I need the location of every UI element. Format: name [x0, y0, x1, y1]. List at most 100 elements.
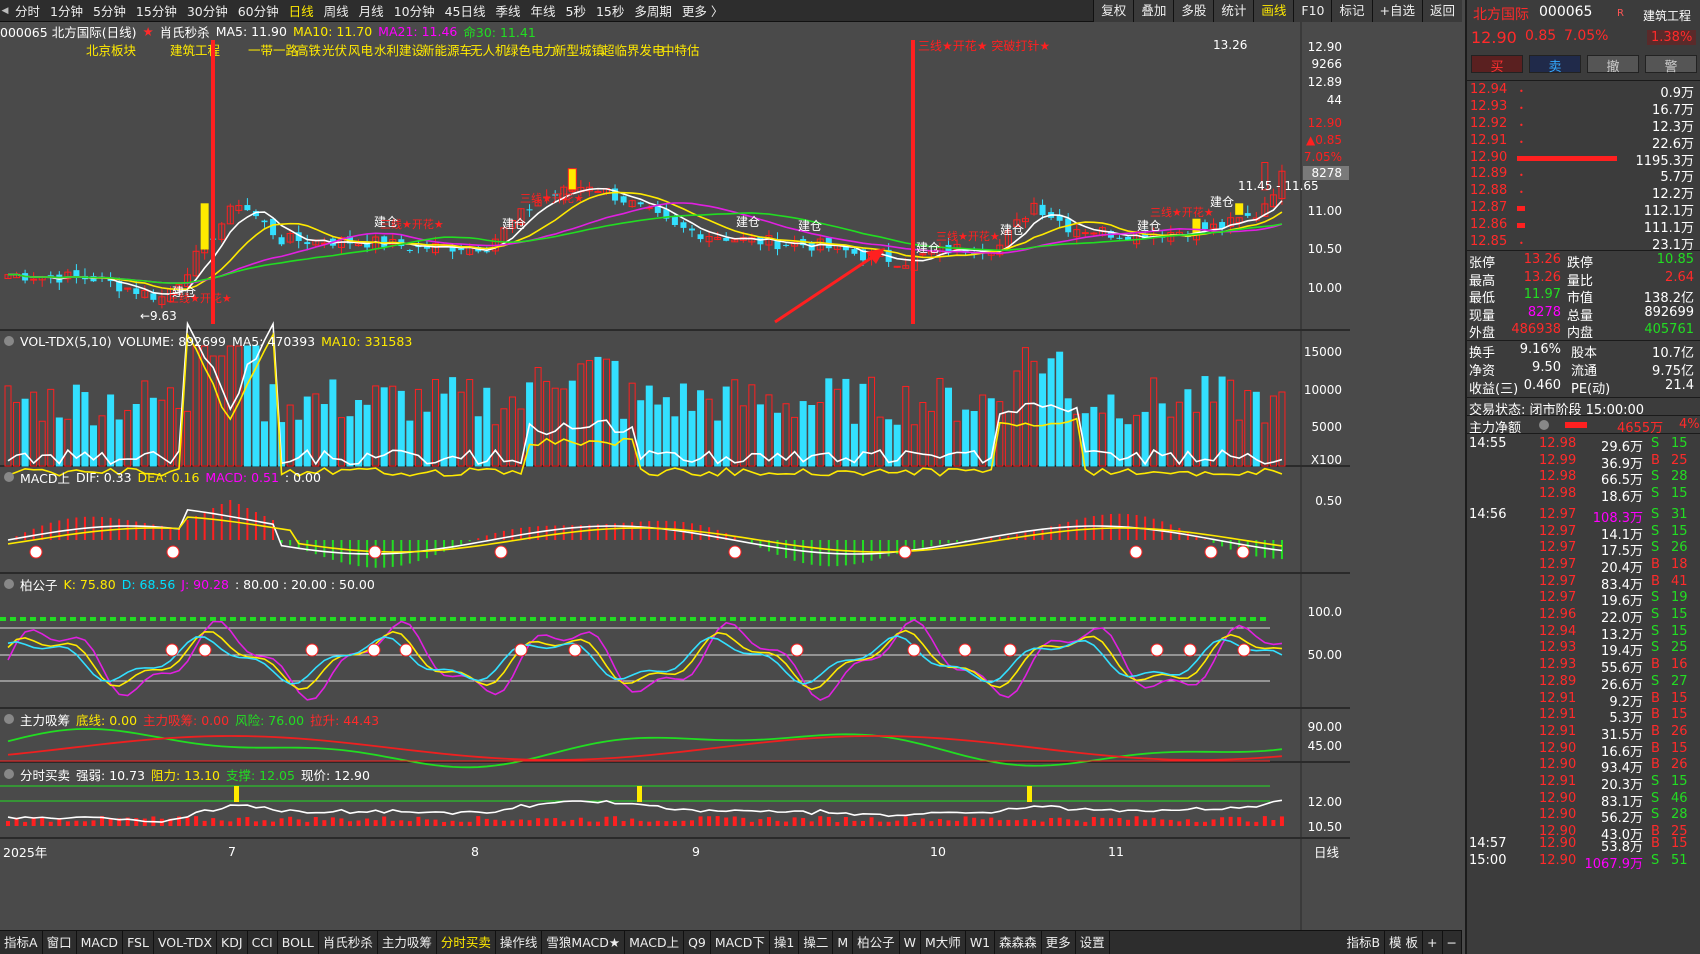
order-book-row[interactable]: 12.86•111.1万 [1467, 217, 1700, 236]
ts-bar [305, 821, 310, 826]
indicator-tab[interactable]: 雪狼MACD★ [542, 930, 626, 954]
panel-toggle-icon[interactable] [4, 579, 14, 589]
indicator-tab[interactable]: BOLL [278, 930, 319, 954]
indicator-tab[interactable]: 肖氏秒杀 [319, 930, 378, 954]
indicator-tab[interactable]: MACD [77, 930, 124, 954]
ts-name[interactable]: 分时买卖 [20, 765, 70, 784]
tick-count: 18 [1671, 556, 1688, 572]
indicator-tab[interactable]: 森森森 [995, 930, 1042, 954]
annotation-arrow [774, 250, 881, 324]
macd-name[interactable]: MACD上 [20, 468, 70, 487]
indicator-tab[interactable]: CCI [248, 930, 278, 954]
indicator-tab[interactable]: 操作线 [496, 930, 543, 954]
template-button[interactable]: + [1423, 930, 1443, 954]
tick-row: 12.97 19.6万 S 19 [1467, 590, 1700, 609]
vol-name[interactable]: VOL-TDX(5,10) [20, 334, 112, 349]
indicator-tab[interactable]: KDJ [217, 930, 248, 954]
buy-signal-icon [494, 545, 508, 559]
volume-bar [517, 408, 525, 467]
toolbar-button-8[interactable]: 返回 [1421, 0, 1462, 22]
indicator-tab[interactable]: M大师 [921, 930, 966, 954]
indicator-tab[interactable]: 指标A [0, 930, 43, 954]
trade-button[interactable]: 撤 [1587, 55, 1639, 75]
ts-bar [690, 820, 694, 826]
ts-bar [1023, 819, 1028, 826]
indicator-tab[interactable]: MACD上 [625, 930, 685, 954]
ts-bar [929, 821, 934, 826]
candle-body [680, 222, 687, 228]
indicator-tab[interactable]: MACD下 [711, 930, 770, 954]
trade-button[interactable]: 卖 [1529, 55, 1581, 75]
trade-button[interactable]: 买 [1471, 55, 1523, 75]
indicator-tab[interactable]: M [833, 930, 854, 954]
stat-label: 张停 [1469, 256, 1496, 271]
ts-bar [1211, 819, 1216, 826]
volume-bar [782, 403, 790, 467]
panel-toggle-icon[interactable] [4, 336, 14, 346]
indicator-tab[interactable]: Q9 [684, 930, 711, 954]
tick-count: 25 [1671, 640, 1688, 656]
indicator-tab[interactable]: 分时买卖 [437, 930, 496, 954]
indicator-tab[interactable]: 主力吸筹 [378, 930, 437, 954]
indicator-tabs: 指标A 窗口 MACD FSL VOL-TDX KDJ CCI BOLL 肖氏秒杀 主力吸筹 分时买… [0, 930, 1462, 954]
buy-signal-icon [166, 545, 180, 559]
indicator-tab[interactable]: VOL-TDX [154, 930, 218, 954]
indicator-tab[interactable]: FSL [123, 930, 154, 954]
chart-canvas[interactable]: 建仓建仓 建仓 建仓 建仓建仓建仓 建仓建仓三线★开花★ 突破打针★ 13.26←9.63… [0, 0, 1350, 930]
quote-header: 北方国际 000065 R 建筑工程 [1467, 4, 1700, 26]
indicator-tab[interactable]: 操1 [770, 930, 800, 954]
absorb-name[interactable]: 主力吸筹 [20, 710, 70, 729]
ts-bar [424, 819, 429, 826]
toolbar-button-7[interactable]: +自选 [1371, 0, 1422, 22]
template-button[interactable]: 指标B [1342, 930, 1386, 954]
order-book-row[interactable]: 12.92 • 12.3万 [1467, 116, 1700, 135]
volume-bar [320, 404, 328, 467]
panel-toggle-icon[interactable] [4, 714, 14, 724]
tick-count: 46 [1671, 790, 1688, 806]
candle-body [689, 228, 695, 231]
tick-count: 28 [1671, 469, 1688, 485]
indicator-tab[interactable]: 柏公子 [853, 930, 900, 954]
indicator-tab[interactable]: 窗口 [43, 930, 77, 954]
indicator-tab[interactable]: 更多 [1042, 930, 1076, 954]
template-button[interactable]: 模 板 [1385, 930, 1424, 954]
indicator-tab[interactable]: W1 [966, 930, 996, 954]
kdj-name[interactable]: 柏公子 [20, 575, 58, 594]
order-book-row[interactable]: 12.87•112.1万 [1467, 200, 1700, 219]
stat-label: 现量 [1469, 308, 1496, 324]
tick-row: 12.97 20.4万 B 18 [1467, 556, 1700, 576]
template-button[interactable]: − [1443, 930, 1462, 954]
indicator-tab[interactable]: W [900, 930, 922, 954]
macd-dif-line [7, 509, 1283, 555]
buy-signal-icon [1204, 545, 1218, 559]
stat-value: 13.26 [1523, 252, 1561, 267]
high-price-label: 13.26 [1213, 38, 1247, 52]
volume-bar [1133, 414, 1141, 467]
order-book-row[interactable]: 12.88 • 12.2万 [1467, 183, 1700, 202]
info-label: 股本 [1571, 346, 1598, 361]
tick-count: 15 [1671, 523, 1688, 539]
panel-toggle-icon[interactable] [4, 472, 14, 482]
candle-body [1244, 213, 1251, 216]
ts-bar [570, 819, 575, 826]
volume-bar [397, 390, 405, 467]
tick-side: S [1651, 790, 1660, 806]
ts-bar [74, 820, 79, 826]
panel-toggle-icon[interactable] [4, 769, 14, 779]
indicator-tab[interactable]: 操二 [799, 930, 834, 954]
tick-price: 12.98 [1539, 469, 1577, 485]
order-book-row[interactable]: 12.89 • 5.7万 [1467, 166, 1700, 185]
volume-bar [1227, 379, 1235, 467]
volume-bar [876, 416, 884, 467]
order-book-row[interactable]: 12.91 • 22.6万 [1467, 133, 1700, 152]
volume-bar [1517, 206, 1525, 211]
indicator-tab[interactable]: 设置 [1076, 930, 1110, 954]
volume-bar [1013, 370, 1021, 467]
volume-bar [534, 367, 542, 467]
volume-bar [329, 379, 337, 467]
order-book-row[interactable]: 12.94 • 0.9万 [1467, 82, 1700, 101]
volume-bar [107, 394, 115, 467]
order-book-row[interactable]: 12.93 • 16.7万 [1467, 99, 1700, 118]
trade-button[interactable]: 警 [1645, 55, 1697, 75]
tick-row: 12.98 18.6万 S 15 [1467, 486, 1700, 505]
